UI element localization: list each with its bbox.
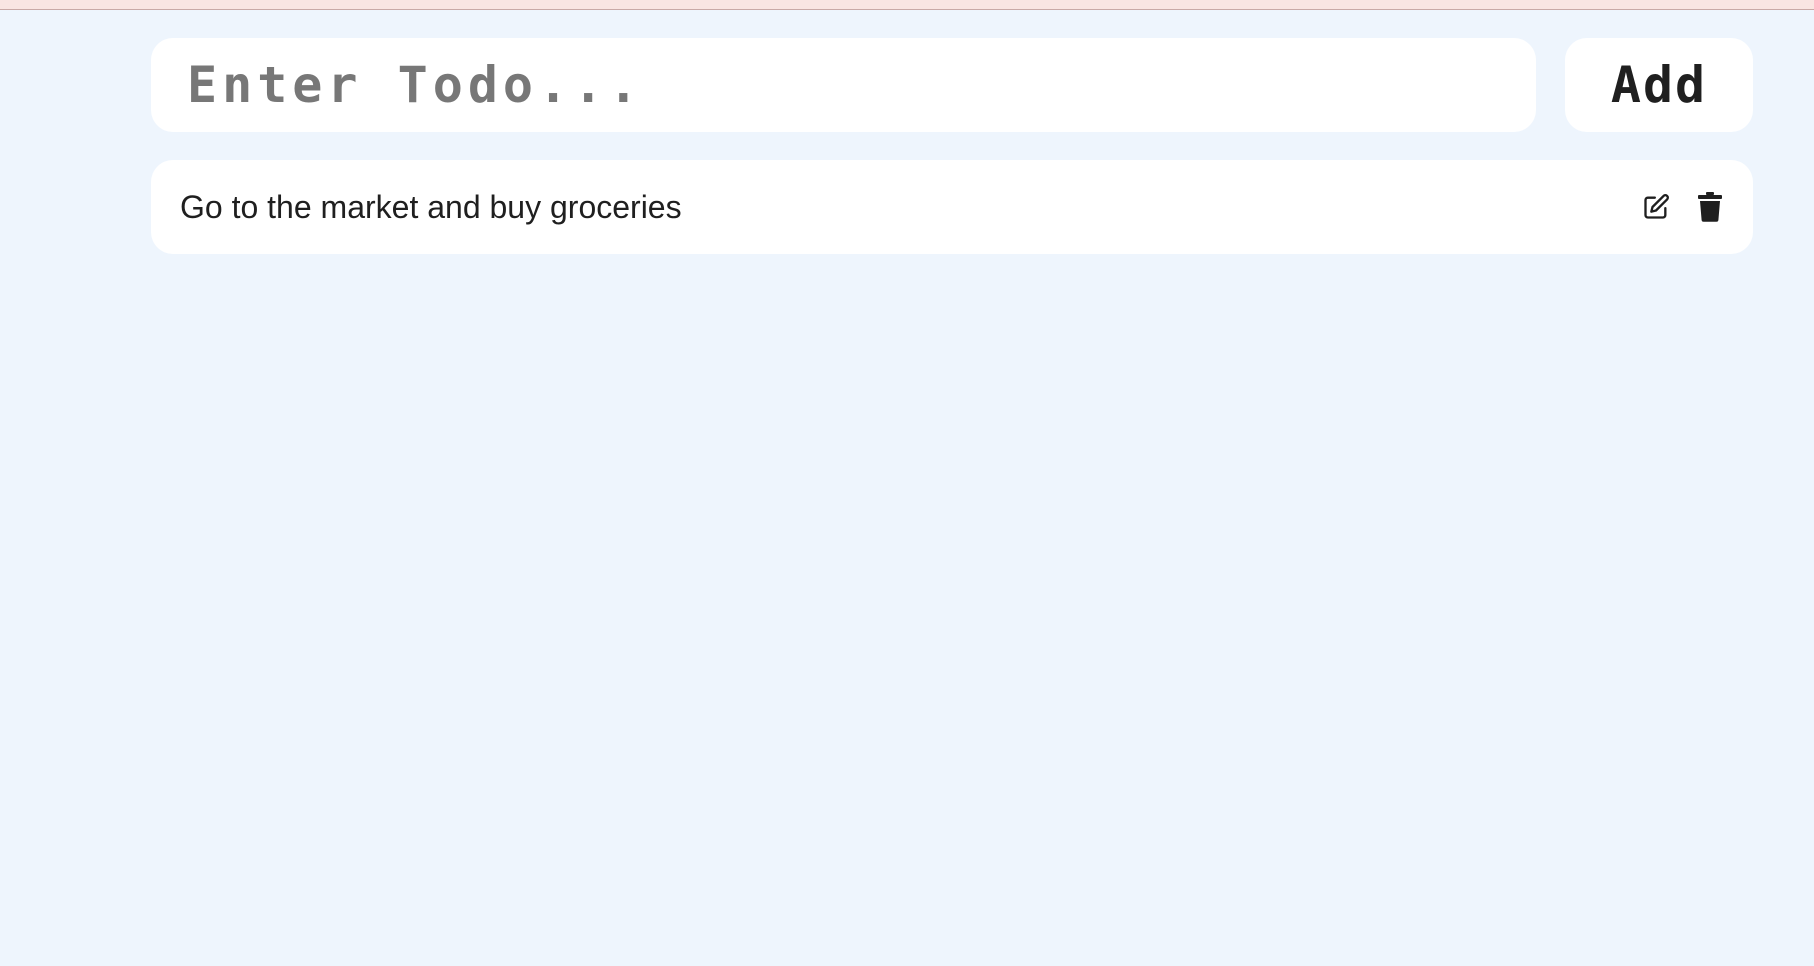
todo-input-container — [151, 38, 1536, 132]
todo-form: Add — [151, 38, 1753, 132]
todo-list: Go to the market and buy groceries — [151, 160, 1753, 254]
add-button[interactable]: Add — [1565, 38, 1753, 132]
todo-input[interactable] — [185, 54, 1536, 116]
todo-item: Go to the market and buy groceries — [151, 160, 1753, 254]
trash-icon[interactable] — [1693, 190, 1727, 224]
todo-text: Go to the market and buy groceries — [180, 188, 682, 225]
top-strip — [0, 0, 1814, 10]
edit-icon[interactable] — [1639, 190, 1673, 224]
